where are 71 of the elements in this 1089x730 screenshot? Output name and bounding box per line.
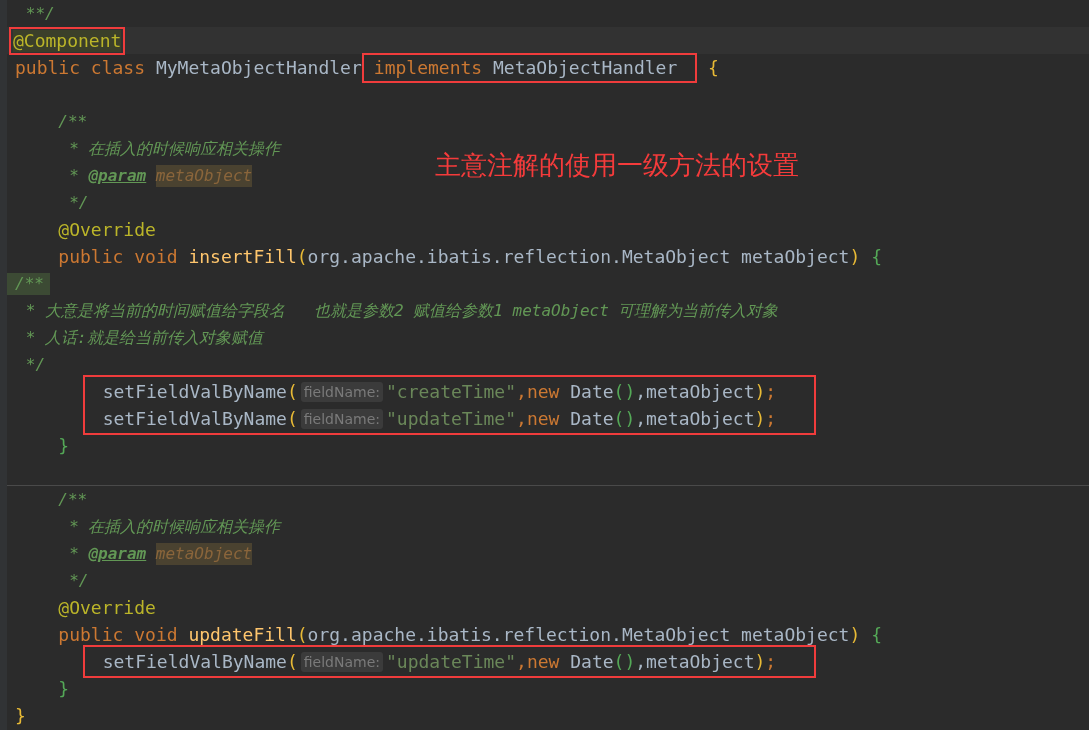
identifier: setFieldValByName: [102, 407, 287, 430]
keyword: ,new: [516, 650, 561, 673]
bracket: {: [871, 245, 882, 268]
doc-tag: @param: [88, 164, 147, 187]
doc-comment: */: [69, 191, 89, 214]
doc-comment: */: [25, 353, 46, 376]
keyword: public class: [15, 56, 147, 79]
doc-comment: * 在插入的时候响应相关操作: [69, 515, 281, 538]
bracket: ): [849, 623, 861, 646]
bracket: ): [849, 245, 861, 268]
bracket: (: [286, 380, 298, 403]
bracket: }: [58, 677, 70, 700]
annotation: @Override: [58, 218, 156, 241]
keyword: ;: [765, 380, 777, 403]
string-literal: "updateTime": [386, 407, 517, 430]
bracket: (: [286, 407, 298, 430]
string-literal: "createTime": [386, 380, 517, 403]
bracket: (: [286, 650, 298, 673]
doc-comment: * 在插入的时候响应相关操作: [69, 137, 281, 160]
annotation-caption: 主意注解的使用一级方法的设置: [435, 149, 799, 182]
parameter-hint: fieldName:: [300, 381, 383, 402]
bracket: (): [613, 650, 636, 673]
bracket: }: [15, 704, 26, 727]
bracket: {: [708, 56, 719, 79]
keyword: public void: [58, 623, 179, 646]
keyword: ;: [765, 407, 777, 430]
identifier: Date: [570, 650, 614, 673]
doc-comment: *: [69, 164, 80, 187]
method-name: updateFill: [188, 623, 297, 646]
identifier: ,metaObject: [635, 407, 755, 430]
keyword: ,new: [516, 380, 561, 403]
identifier: ,metaObject: [635, 650, 755, 673]
doc-comment: /**: [58, 488, 88, 511]
identifier: setFieldValByName: [102, 380, 287, 403]
identifier: ,metaObject: [635, 380, 755, 403]
bracket: ): [754, 650, 766, 673]
doc-param-name: metaObject: [155, 164, 253, 187]
doc-comment: * 人话:就是给当前传入对象赋值: [25, 326, 263, 349]
annotation: @Component: [13, 29, 122, 52]
annotation: @Override: [58, 596, 156, 619]
doc-comment: *: [69, 542, 80, 565]
doc-tag: @param: [88, 542, 147, 565]
identifier: Date: [570, 380, 614, 403]
keyword: implements: [373, 56, 484, 79]
keyword: public void: [58, 245, 179, 268]
doc-comment: **/: [25, 2, 55, 25]
identifier: Date: [570, 407, 614, 430]
doc-comment: /**: [58, 110, 88, 133]
identifier: MyMetaObjectHandler: [155, 56, 362, 79]
bracket: {: [871, 623, 882, 646]
string-literal: "updateTime": [386, 650, 517, 673]
bracket: ): [754, 407, 766, 430]
identifier: org.apache.ibatis.reflection.MetaObject metaObject: [307, 245, 850, 268]
doc-comment: */: [69, 569, 89, 592]
bracket: (): [613, 380, 636, 403]
parameter-hint: fieldName:: [300, 651, 383, 672]
bracket: }: [58, 434, 70, 457]
keyword: ,new: [516, 407, 561, 430]
bracket: (: [296, 245, 308, 268]
identifier: setFieldValByName: [102, 650, 287, 673]
keyword: ;: [765, 650, 777, 673]
doc-param-name: metaObject: [155, 542, 253, 565]
doc-comment: /**: [7, 272, 50, 295]
bracket: (: [296, 623, 308, 646]
bracket: (): [613, 407, 636, 430]
method-name: insertFill: [188, 245, 297, 268]
identifier: org.apache.ibatis.reflection.MetaObject metaObject: [307, 623, 850, 646]
doc-comment: * 大意是将当前的时间赋值给字段名 也就是参数2 赋值给参数1 metaObject 可理解为当前传入对象: [25, 299, 779, 322]
bracket: ): [754, 380, 766, 403]
identifier: MetaObjectHandler: [493, 56, 678, 79]
parameter-hint: fieldName:: [300, 408, 383, 429]
